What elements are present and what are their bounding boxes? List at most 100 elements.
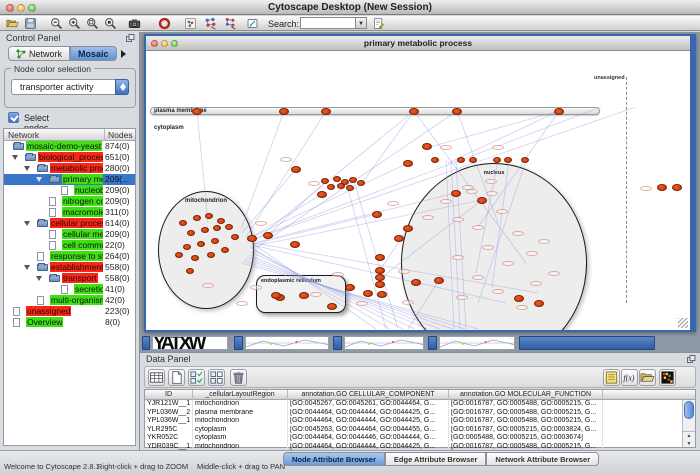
table-column-header[interactable]: annotation.GO MOLECULAR_FUNCTION — [449, 390, 603, 400]
expander-icon[interactable] — [24, 166, 30, 171]
tree-row[interactable]: nucleobase-209(0) — [4, 185, 135, 196]
zoom-in-icon[interactable] — [68, 17, 81, 30]
select-nodes-checkbox[interactable] — [8, 112, 19, 123]
tree-row[interactable]: transport558(0) — [4, 273, 135, 284]
graph-node[interactable] — [521, 157, 529, 163]
minimized-window-titlebar[interactable] — [142, 336, 150, 350]
graph-node[interactable] — [377, 291, 387, 298]
open-icon[interactable] — [6, 17, 19, 30]
graph-node[interactable] — [225, 224, 233, 230]
graph-node[interactable] — [452, 108, 462, 115]
zoom-selected-icon[interactable] — [86, 17, 99, 30]
graph-node[interactable] — [211, 238, 219, 244]
unselect-attributes-icon[interactable] — [208, 369, 225, 386]
annotation-icon[interactable] — [246, 17, 259, 30]
graph-node[interactable] — [346, 185, 354, 191]
minimized-window-titlebar[interactable] — [428, 336, 437, 350]
new-attribute-icon[interactable] — [168, 369, 185, 386]
graph-node[interactable] — [299, 292, 309, 299]
expander-icon[interactable] — [24, 265, 30, 270]
graph-node[interactable] — [191, 255, 199, 261]
table-cell[interactable]: cytoplasm — [193, 434, 288, 443]
graph-node[interactable] — [469, 157, 477, 163]
heatmap-icon[interactable] — [659, 369, 676, 386]
tree-row[interactable]: metabolic process280(0) — [4, 163, 135, 174]
graph-node[interactable] — [534, 300, 544, 307]
window-titlebar[interactable]: Cytoscape Desktop (New Session) — [0, 0, 700, 15]
table-cell[interactable]: [GO:0016787, GO:0005488, GO:0005215, G..… — [449, 409, 603, 418]
minimized-window-thumbnail[interactable] — [439, 336, 515, 350]
table-cell[interactable]: YPL036W__1 — [145, 417, 193, 426]
float-panel-icon[interactable] — [126, 34, 135, 43]
function-builder-icon[interactable]: f(x) — [621, 369, 638, 386]
tab-mosaic[interactable]: Mosaic — [70, 46, 117, 61]
table-scrollbar[interactable]: ▲▼ — [682, 400, 695, 447]
table-column-header[interactable]: annotation.GO CELLULAR_COMPONENT — [288, 390, 449, 400]
tree-row[interactable]: cellular process614(0) — [4, 218, 135, 229]
graph-node[interactable] — [394, 235, 404, 242]
graph-node[interactable] — [279, 108, 289, 115]
table-cell[interactable]: [GO:0044464, GO:0044444, GO:0044425, G..… — [288, 417, 449, 426]
graph-node[interactable] — [207, 252, 215, 258]
zoom-out-icon[interactable] — [50, 17, 63, 30]
minimized-window-thumbnail[interactable] — [344, 336, 424, 350]
graph-node[interactable] — [179, 220, 187, 226]
graph-node[interactable] — [411, 279, 421, 286]
tree-row[interactable]: cellular metabol209(0) — [4, 229, 135, 240]
graph-node[interactable] — [514, 295, 524, 302]
graph-node[interactable] — [192, 108, 202, 115]
graph-node[interactable] — [477, 197, 487, 204]
table-mode-icon[interactable] — [148, 369, 165, 386]
tab-edge-attribute-browser[interactable]: Edge Attribute Browser — [385, 452, 486, 466]
table-cell[interactable]: YKR052C — [145, 434, 193, 443]
table-column-header[interactable]: _cellularLayoutRegion — [193, 390, 288, 400]
graph-node[interactable] — [504, 157, 512, 163]
table-cell[interactable]: [GO:0045267, GO:0045261, GO:0044464, G..… — [288, 400, 449, 409]
network-from-selected-nodes-icon[interactable] — [204, 17, 217, 30]
tree-row[interactable]: macromolecule311(0) — [4, 207, 135, 218]
tree-row[interactable]: cell communicat22(0) — [4, 240, 135, 251]
tree-row[interactable]: multi-organism pro42(0) — [4, 295, 135, 306]
search-dropdown-arrow[interactable]: ▼ — [356, 17, 367, 29]
graph-node[interactable] — [193, 215, 201, 221]
graph-node[interactable] — [263, 232, 273, 239]
graph-node[interactable] — [345, 284, 355, 291]
new-network-icon[interactable] — [184, 17, 197, 30]
tree-row[interactable]: secretion41(0) — [4, 284, 135, 295]
table-row[interactable]: YPL036W__1mitochondrion[GO:0044464, GO:0… — [145, 417, 695, 426]
graph-node[interactable] — [333, 176, 341, 182]
table-cell[interactable]: cytoplasm — [193, 426, 288, 435]
scrollbar-thumb[interactable] — [684, 401, 694, 419]
graph-node[interactable] — [271, 292, 281, 299]
search-input[interactable] — [300, 17, 356, 29]
graph-node[interactable] — [554, 108, 564, 115]
graph-node[interactable] — [290, 241, 300, 248]
graph-node[interactable] — [434, 277, 444, 284]
attribute-table-header[interactable]: ID_cellularLayoutRegionannotation.GO CEL… — [145, 390, 695, 400]
graph-node[interactable] — [375, 267, 385, 274]
tree-row[interactable]: establishment of lo558(0) — [4, 262, 135, 273]
table-row[interactable]: YPL036W__2plasma membrane[GO:0044464, GO… — [145, 409, 695, 418]
graph-node[interactable] — [409, 108, 419, 115]
graph-node[interactable] — [337, 183, 345, 189]
minimized-window-titlebar[interactable] — [333, 336, 342, 350]
graph-node[interactable] — [403, 225, 413, 232]
table-cell[interactable]: mitochondrion — [193, 400, 288, 409]
graph-node[interactable] — [349, 177, 357, 183]
graph-node[interactable] — [213, 225, 221, 231]
float-data-panel-icon[interactable] — [687, 355, 696, 364]
graph-node[interactable] — [221, 247, 229, 253]
tab-network-attribute-browser[interactable]: Network Attribute Browser — [486, 452, 599, 466]
table-cell[interactable]: YLR295C — [145, 426, 193, 435]
tree-row[interactable]: unassigned223(0) — [4, 306, 135, 317]
table-cell[interactable]: [GO:0044464, GO:0044444, GO:0044425, G..… — [288, 409, 449, 418]
graph-node[interactable] — [186, 268, 194, 274]
graph-node[interactable] — [363, 290, 373, 297]
graph-node[interactable] — [231, 234, 239, 240]
tab-node-attribute-browser[interactable]: Node Attribute Browser — [283, 452, 385, 466]
tree-row[interactable]: primary metabo209(... — [4, 174, 135, 185]
select-attributes-icon[interactable] — [188, 369, 205, 386]
tree-header[interactable]: Network Nodes — [4, 129, 135, 141]
table-cell[interactable]: mitochondrion — [193, 417, 288, 426]
table-cell[interactable]: [GO:0045263, GO:0044464, GO:0044455, G..… — [288, 426, 449, 435]
